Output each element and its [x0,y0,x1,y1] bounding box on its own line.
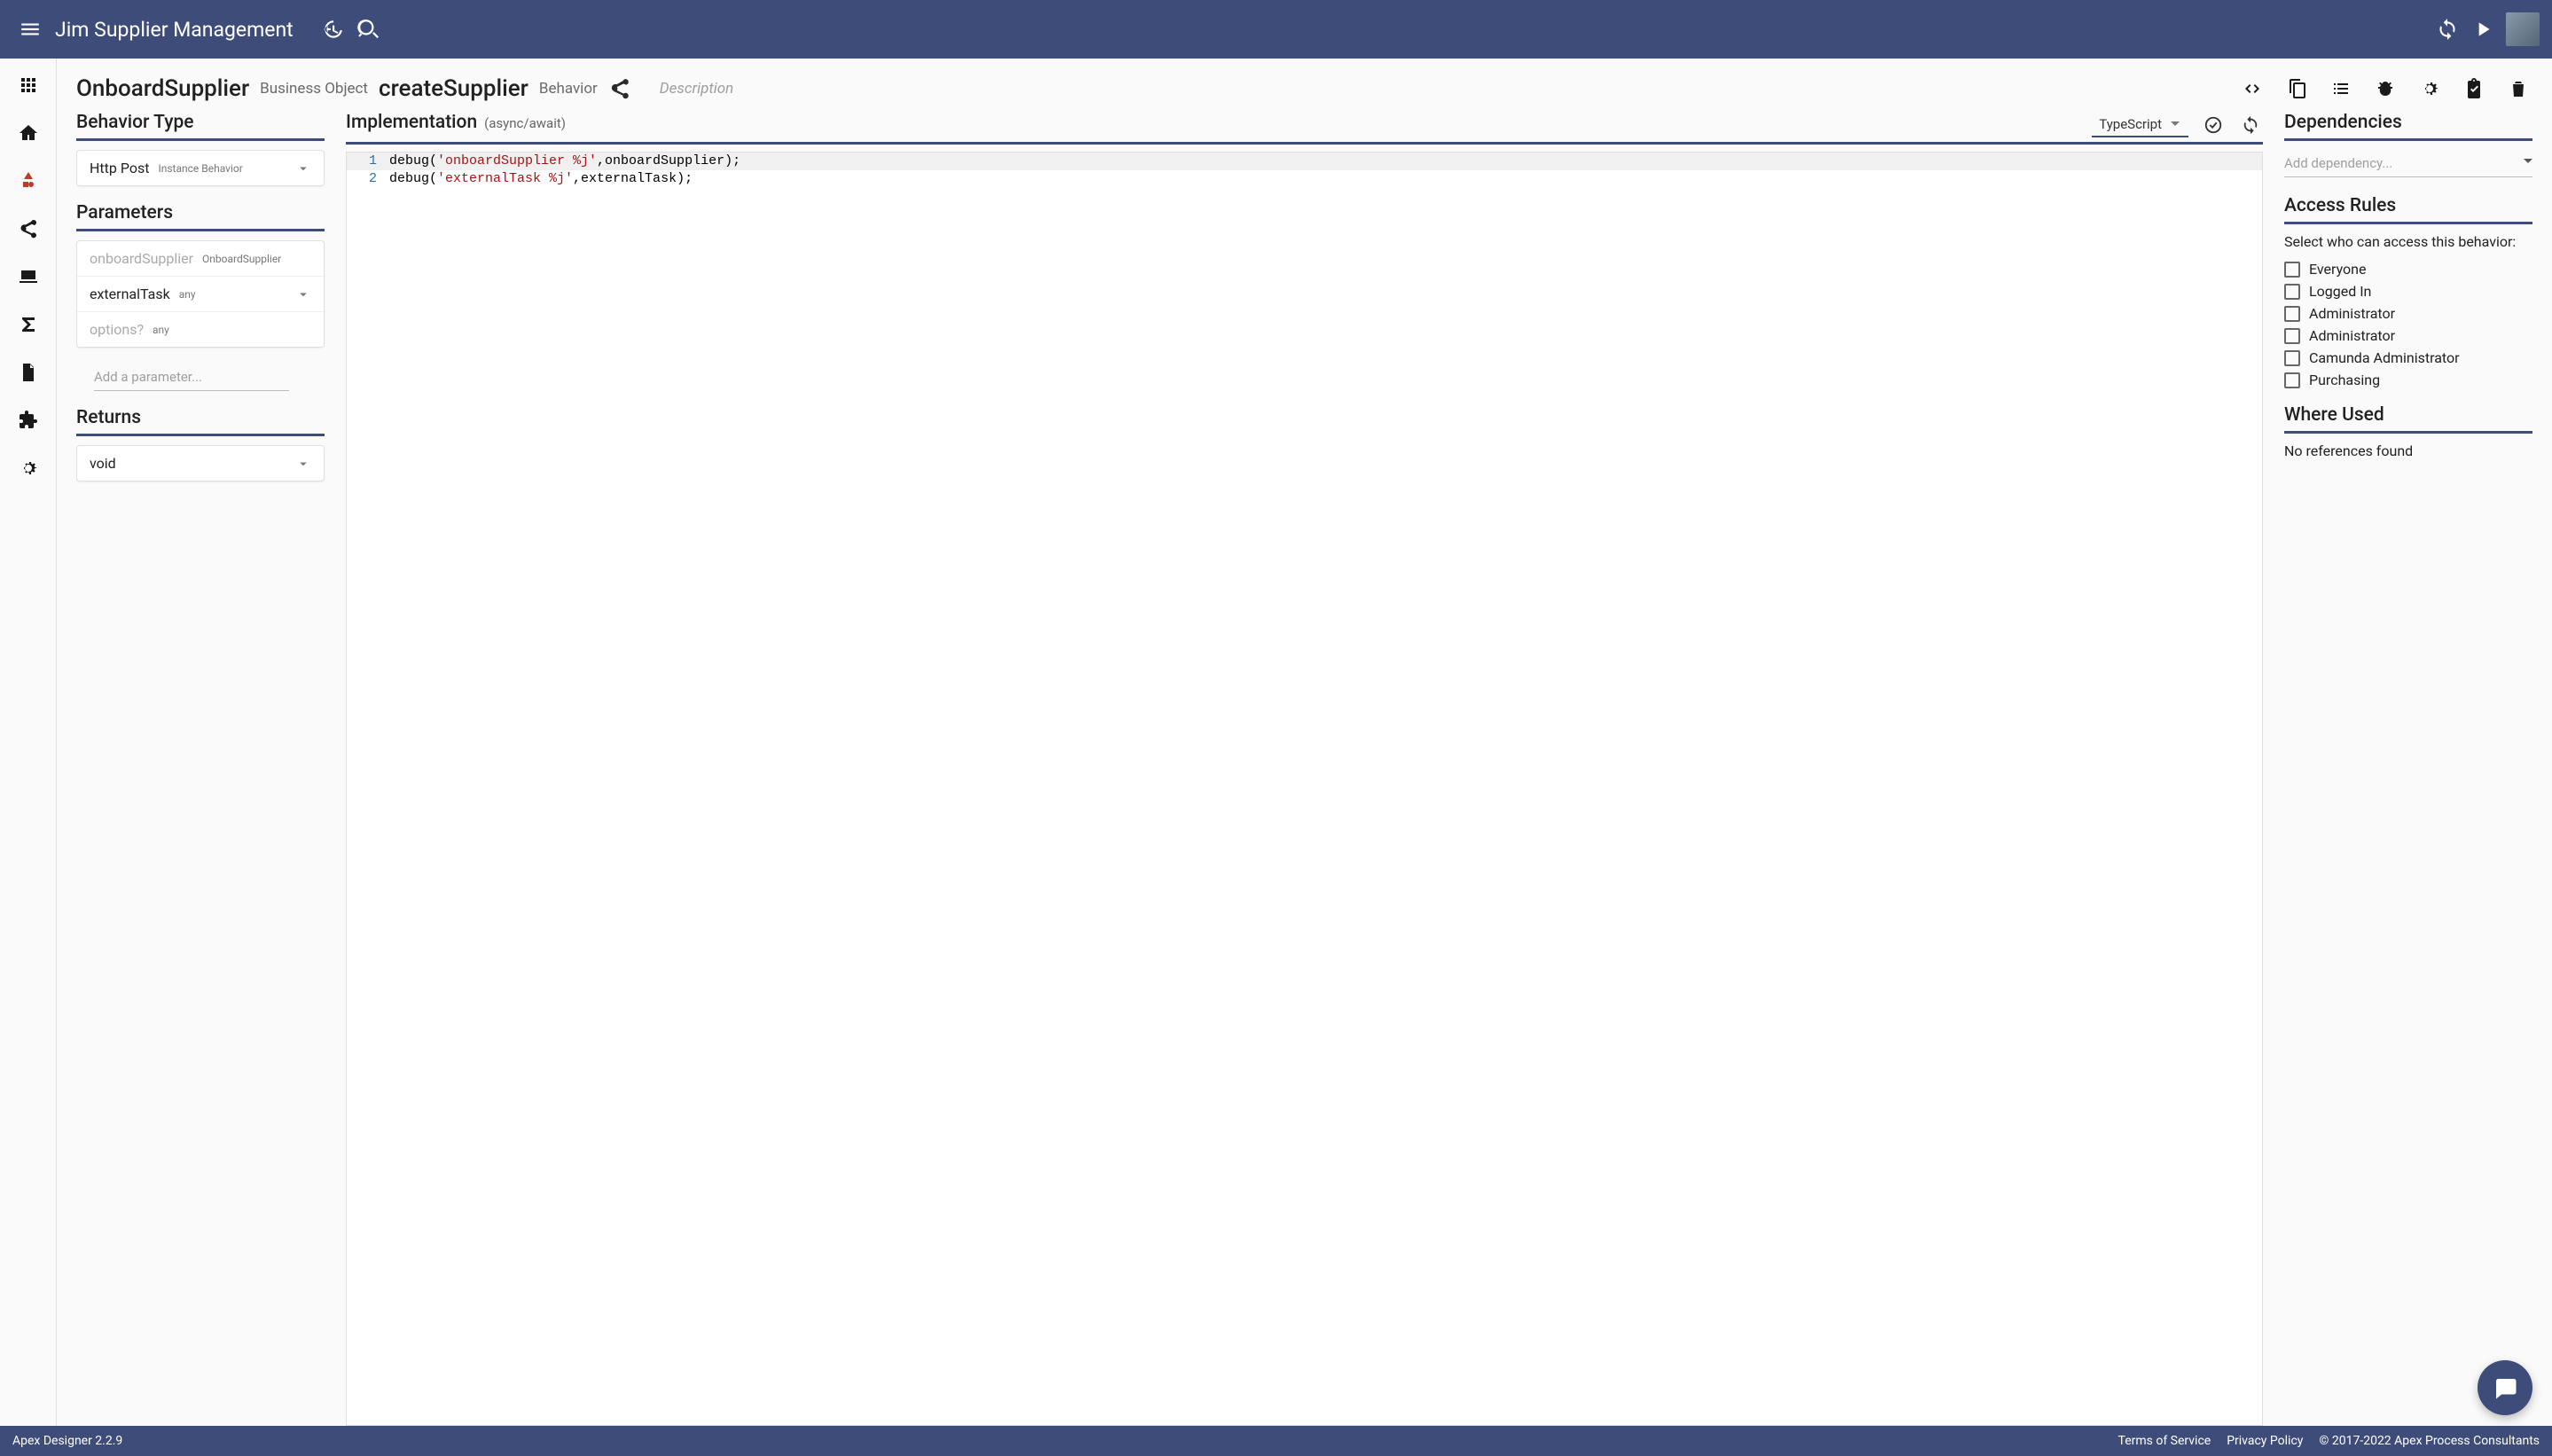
apps-icon[interactable] [16,73,41,98]
menu-icon[interactable] [12,12,48,47]
checkbox-icon [2284,306,2300,322]
list-icon[interactable] [2327,74,2355,103]
code-line: 2 debug('externalTask %j',externalTask); [347,170,2262,188]
param-name: options? [90,321,144,338]
avatar[interactable] [2506,12,2540,46]
implementation-mode: (async/await) [484,115,566,131]
language-select[interactable]: TypeScript [2092,113,2188,137]
business-object-name[interactable]: OnboardSupplier [76,75,249,102]
parameter-row[interactable]: externalTask any [77,276,324,311]
topbar: Jim Supplier Management [0,0,2552,59]
description-placeholder[interactable]: Description [660,80,733,98]
implementation-title: Implementation (async/await) [346,112,566,138]
code-line: 1 debug('onboardSupplier %j',onboardSupp… [347,153,2262,170]
share-icon[interactable] [16,216,41,241]
home-icon[interactable] [16,121,41,145]
access-checkbox[interactable]: Logged In [2284,283,2532,300]
dropdown-arrow-icon [2524,159,2532,168]
product-version: Apex Designer 2.2.9 [12,1434,122,1448]
footer-link-privacy[interactable]: Privacy Policy [2227,1434,2303,1448]
history-icon[interactable] [315,12,350,47]
footer-link-tos[interactable]: Terms of Service [2118,1434,2211,1448]
share-behavior-icon[interactable] [608,77,631,100]
extension-icon[interactable] [16,408,41,433]
play-icon[interactable] [2465,12,2501,47]
param-name: externalTask [90,286,170,302]
where-used-empty: No references found [2284,442,2532,459]
returns-title: Returns [76,407,325,436]
checkbox-icon [2284,262,2300,278]
behavior-label: Behavior [539,80,598,98]
returns-card[interactable]: void [76,445,325,481]
code-editor[interactable]: 1 debug('onboardSupplier %j',onboardSupp… [346,152,2263,1426]
checkbox-icon [2284,350,2300,366]
access-checkbox[interactable]: Administrator [2284,327,2532,344]
clipboard-check-icon[interactable] [2460,74,2488,103]
parameters-title: Parameters [76,202,325,231]
copy-icon[interactable] [2282,74,2311,103]
shapes-icon[interactable] [16,168,41,193]
chat-fab[interactable] [2478,1360,2532,1415]
gear-header-icon[interactable] [2415,74,2444,103]
add-parameter-input[interactable]: Add a parameter... [94,364,289,391]
param-type: any [179,288,196,301]
refresh-icon[interactable] [2238,113,2263,137]
sync-icon[interactable] [2430,12,2465,47]
chevron-down-icon [295,456,311,472]
chat-icon [2492,1374,2518,1401]
bug-icon[interactable] [2371,74,2399,103]
behavior-type-value: Http Post [90,160,149,176]
behavior-name[interactable]: createSupplier [379,75,528,102]
business-object-label: Business Object [260,80,368,98]
page-header: OnboardSupplier Business Object createSu… [76,74,2532,103]
param-type: OnboardSupplier [202,253,281,265]
behavior-type-card[interactable]: Http Post Instance Behavior [76,150,325,186]
parameter-row[interactable]: options? any [77,311,324,347]
behavior-type-meta: Instance Behavior [158,162,242,175]
app-title: Jim Supplier Management [55,18,294,42]
footer-copyright[interactable]: © 2017-2022 Apex Process Consultants [2319,1434,2540,1448]
delete-icon[interactable] [2504,74,2532,103]
where-used-title: Where Used [2284,404,2532,434]
access-checkbox[interactable]: Camunda Administrator [2284,349,2532,366]
checkbox-icon [2284,372,2300,388]
param-name: onboardSupplier [90,250,193,267]
add-dependency-input[interactable]: Add dependency... [2284,150,2532,177]
access-rules-help: Select who can access this behavior: [2284,233,2532,250]
checkbox-icon [2284,284,2300,300]
gear-icon[interactable] [16,456,41,481]
returns-value: void [90,455,116,472]
sigma-icon[interactable] [16,312,41,337]
access-checkbox[interactable]: Everyone [2284,261,2532,278]
footer: Apex Designer 2.2.9 Terms of Service Pri… [0,1426,2552,1456]
access-checkbox[interactable]: Purchasing [2284,372,2532,388]
file-icon[interactable] [16,360,41,385]
dependencies-title: Dependencies [2284,112,2532,141]
access-rules-title: Access Rules [2284,195,2532,224]
validate-icon[interactable] [2201,113,2226,137]
laptop-icon[interactable] [16,264,41,289]
param-type: any [153,324,169,336]
chevron-down-icon [295,160,311,176]
chevron-down-icon [295,286,311,302]
sidebar [0,59,57,1426]
parameter-row[interactable]: onboardSupplier OnboardSupplier [77,241,324,276]
code-icon[interactable] [2238,74,2266,103]
behavior-type-title: Behavior Type [76,112,325,141]
access-checkbox[interactable]: Administrator [2284,305,2532,322]
parameters-card: onboardSupplier OnboardSupplier external… [76,240,325,348]
checkbox-icon [2284,328,2300,344]
search-icon[interactable] [350,12,386,47]
